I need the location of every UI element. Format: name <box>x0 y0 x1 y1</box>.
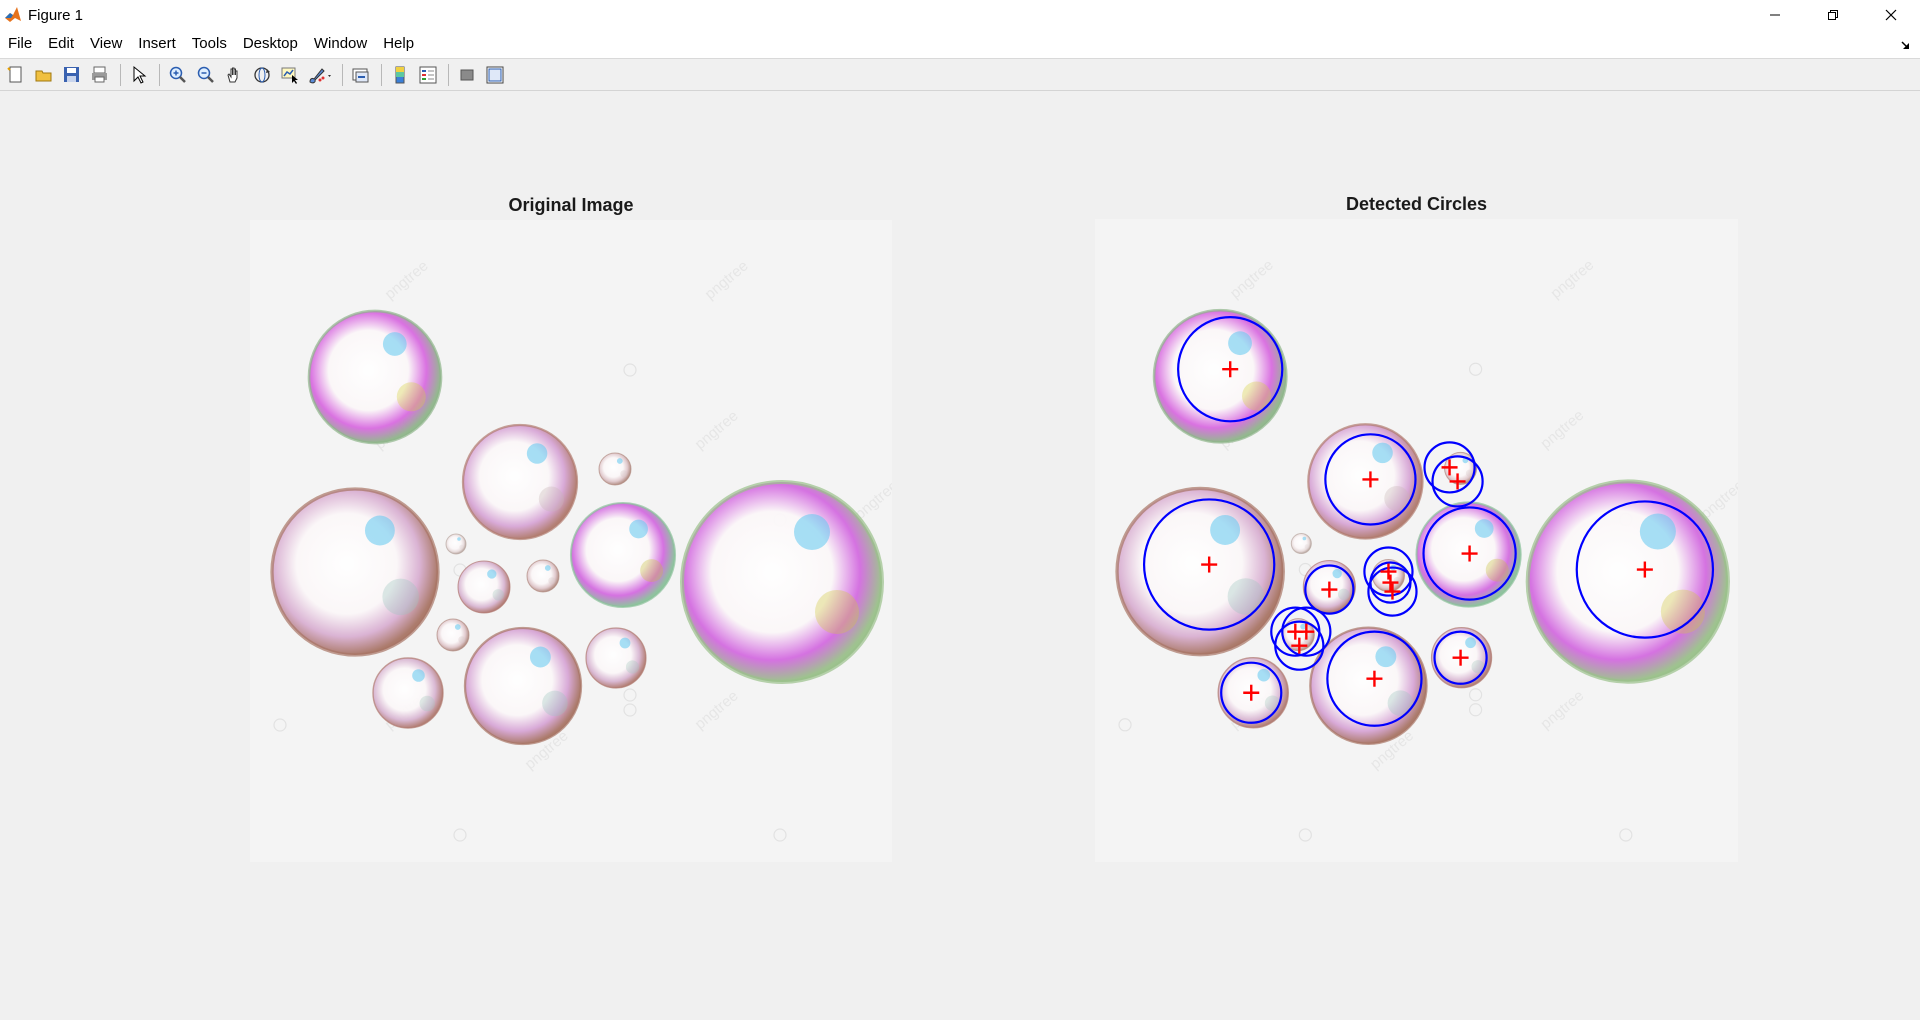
close-button[interactable] <box>1862 0 1920 30</box>
axes-title-detected: Detected Circles <box>1345 194 1488 214</box>
bubble <box>372 657 444 729</box>
bubble <box>569 501 677 609</box>
bubble <box>457 560 511 614</box>
toolbar-separator <box>159 63 160 86</box>
brush-button[interactable] <box>305 62 335 88</box>
bubble <box>585 627 647 689</box>
menu-insert[interactable]: Insert <box>130 30 184 58</box>
save-icon <box>64 66 79 82</box>
figure-canvas: Original Image Detected Circles pngtree p… <box>0 92 1920 1020</box>
open-file-icon <box>35 70 52 81</box>
rotate-3d-icon <box>254 66 270 83</box>
new-figure-button[interactable] <box>3 62 29 88</box>
show-plot-tools-button[interactable] <box>482 62 508 88</box>
rotate-3d-button[interactable] <box>249 62 275 88</box>
toolbar-separator <box>448 63 449 86</box>
menu-edit[interactable]: Edit <box>40 30 82 58</box>
bubble <box>1152 308 1288 444</box>
figure-toolbar <box>0 59 1920 91</box>
data-cursor-icon <box>281 67 298 84</box>
restore-icon <box>1828 10 1838 20</box>
bubble <box>1290 532 1312 555</box>
dock-arrow-icon[interactable] <box>1900 38 1912 50</box>
menu-bar: File Edit View Insert Tools Desktop Wind… <box>0 30 1920 59</box>
insert-colorbar-button[interactable] <box>387 62 413 88</box>
axes-title-original: Original Image <box>508 195 634 215</box>
save-button[interactable] <box>59 62 85 88</box>
edit-plot-icon <box>133 65 147 84</box>
link-plot-button[interactable] <box>348 62 374 88</box>
zoom-out-button[interactable] <box>193 62 219 88</box>
toolbar-separator <box>381 63 382 86</box>
link-plot-icon <box>352 68 369 82</box>
bubble <box>526 559 560 593</box>
bubble <box>598 452 632 486</box>
insert-colorbar-icon <box>395 66 405 83</box>
window-title: Figure 1 <box>28 6 84 24</box>
zoom-in-icon <box>169 66 186 83</box>
detected-circles-axes[interactable]: pngtree pngtreepngtreepngtreepngtreepngtr… <box>1095 219 1738 862</box>
bubble <box>436 618 470 652</box>
insert-legend-button[interactable] <box>415 62 441 88</box>
original-image-axes[interactable]: pngtree pngtreepngtreepngtreepngtreepngtr… <box>250 220 892 862</box>
pan-icon <box>227 67 238 82</box>
restore-button[interactable] <box>1804 0 1862 30</box>
bubble <box>307 309 443 445</box>
zoom-out-icon <box>197 66 214 83</box>
hide-plot-tools-button[interactable] <box>454 62 480 88</box>
new-figure-icon <box>7 66 22 82</box>
minimize-icon <box>1770 14 1780 16</box>
bubble <box>445 533 467 555</box>
hide-plot-tools-icon <box>460 69 474 80</box>
data-cursor-button[interactable] <box>277 62 303 88</box>
zoom-in-button[interactable] <box>165 62 191 88</box>
print-icon <box>92 66 107 82</box>
brush-icon <box>309 67 331 83</box>
matlab-logo-icon <box>4 6 22 24</box>
minimize-button[interactable] <box>1746 0 1804 30</box>
menu-help[interactable]: Help <box>375 30 422 58</box>
pan-button[interactable] <box>221 62 247 88</box>
bubble <box>1525 479 1730 684</box>
menu-window[interactable]: Window <box>306 30 375 58</box>
bubble <box>270 487 440 657</box>
toolbar-separator <box>342 63 343 86</box>
title-bar: Figure 1 <box>0 0 1920 30</box>
menu-view[interactable]: View <box>82 30 130 58</box>
open-file-button[interactable] <box>31 62 57 88</box>
show-plot-tools-icon <box>486 66 504 83</box>
bubble <box>463 626 583 746</box>
close-icon <box>1885 9 1897 21</box>
print-button[interactable] <box>87 62 113 88</box>
window-controls <box>1746 0 1920 30</box>
menu-tools[interactable]: Tools <box>184 30 235 58</box>
bubble <box>461 423 579 541</box>
insert-legend-icon <box>419 66 437 83</box>
toolbar-separator <box>120 63 121 86</box>
menu-file[interactable]: File <box>0 30 40 58</box>
bubble <box>680 480 884 684</box>
menu-desktop[interactable]: Desktop <box>235 30 306 58</box>
edit-plot-button[interactable] <box>126 62 152 88</box>
